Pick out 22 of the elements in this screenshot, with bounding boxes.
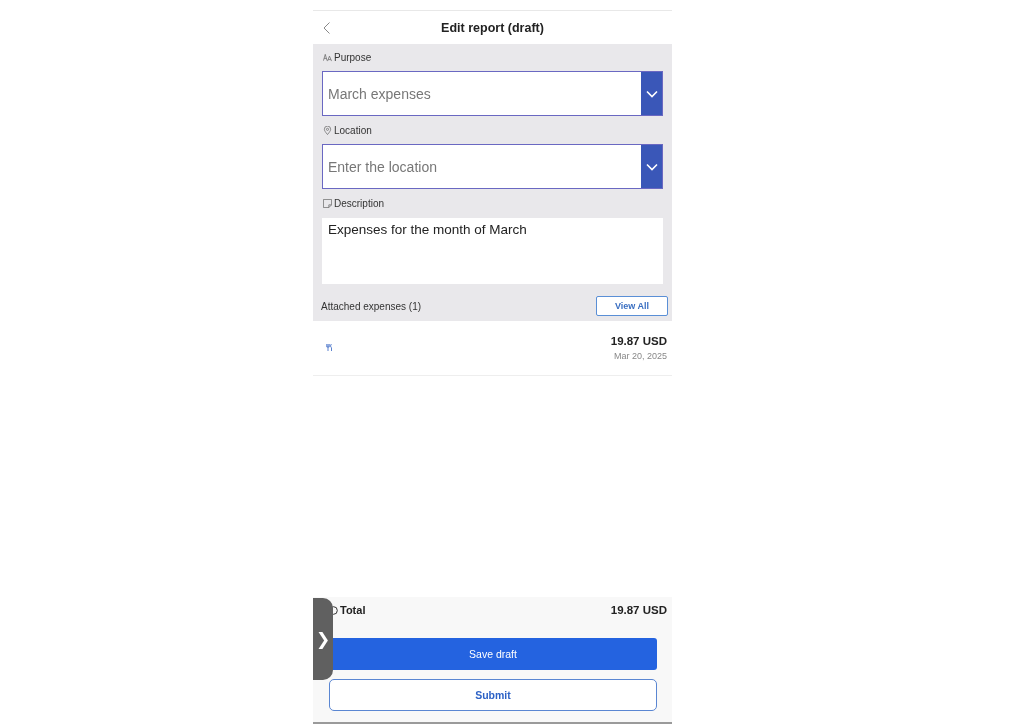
side-panel-tab[interactable]: ❯ [313,598,333,680]
field-label: Description [334,197,385,209]
text-icon [323,52,332,62]
chevron-down-icon [645,89,658,98]
back-icon[interactable] [323,22,330,34]
chevron-down-icon [645,162,658,171]
field-label: Location [334,124,372,136]
expense-amount: 19.87 USD [610,335,667,347]
submit-button[interactable]: Submit [329,679,657,711]
description-field[interactable]: Expenses for the month of March [322,218,663,284]
total-label: Total [340,604,366,616]
fork-knife-icon [326,343,333,351]
field-label: Purpose [334,51,372,63]
note-icon [323,198,332,208]
expense-date: Mar 20, 2025 [613,351,667,361]
dropdown-field[interactable]: Enter the location [322,144,663,189]
location-pin-icon [323,125,332,135]
view-all-button[interactable]: View All [596,296,668,316]
dropdown-field[interactable]: March expenses [322,71,663,116]
total-amount: 19.87 USD [610,604,667,616]
screen-title: Edit report (draft) [441,20,544,35]
attached-expenses-label: Attached expenses (1) [321,300,422,312]
